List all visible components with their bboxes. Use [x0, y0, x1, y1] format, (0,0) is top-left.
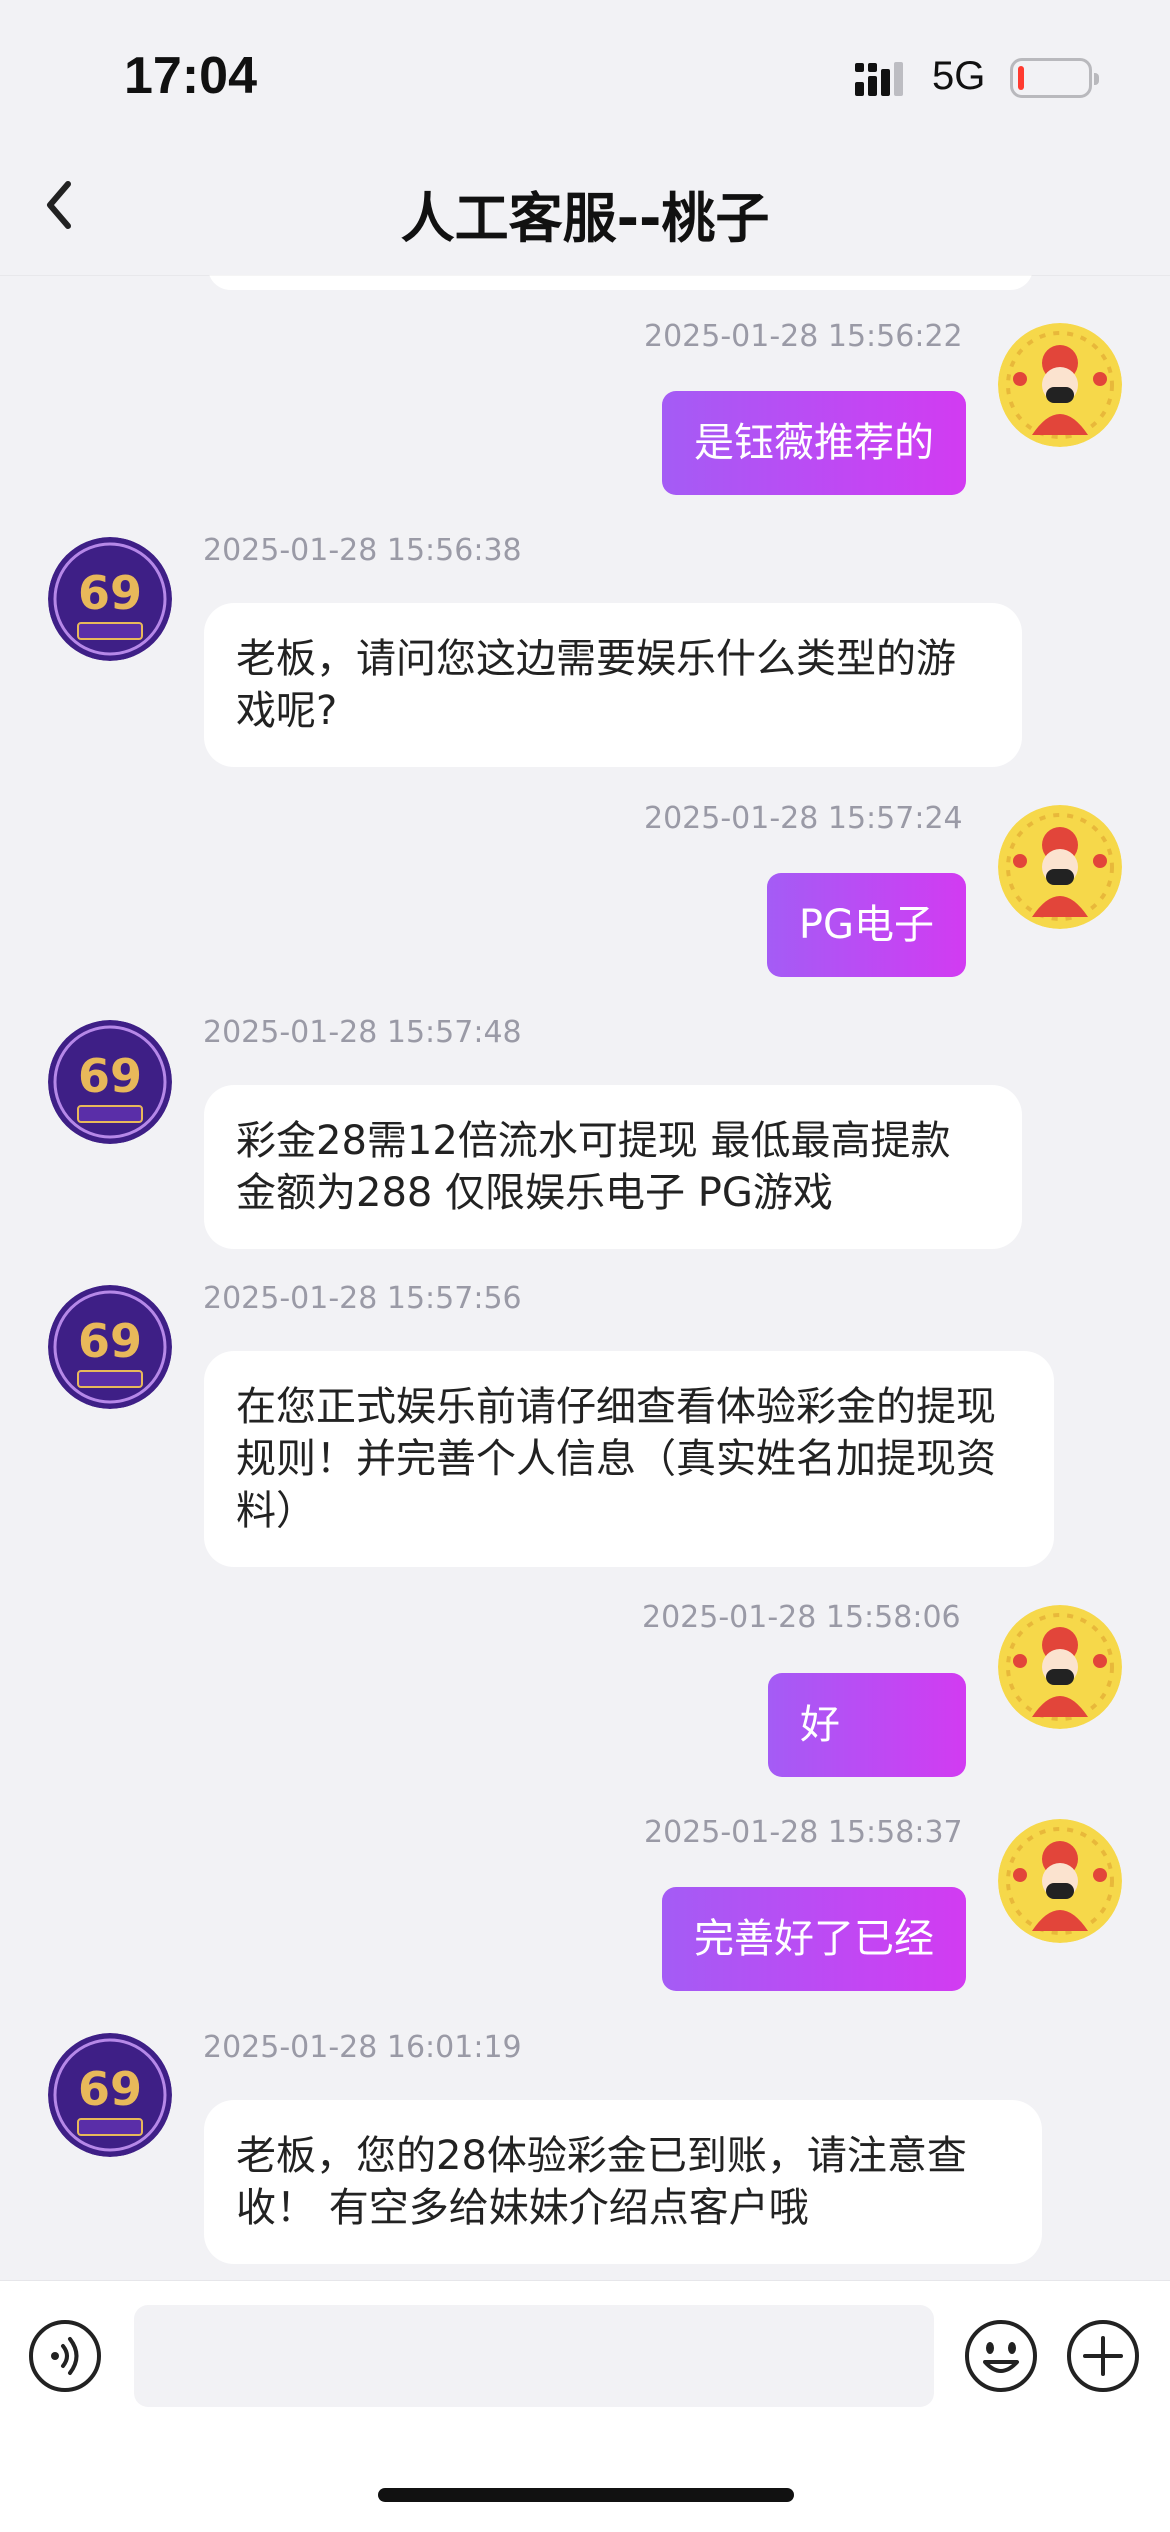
incoming-message-bubble[interactable]: 在您正式娱乐前请仔细查看体验彩金的提现规则！并完善个人信息（真实姓名加提现资料）: [204, 1351, 1054, 1567]
chat-list[interactable]: 2025-01-28 15:56:22 是钰薇推荐的 69 2025-01-28…: [0, 275, 1170, 2280]
incoming-message-bubble[interactable]: 老板，您的28体验彩金已到账，请注意查收！ 有空多给妹妹介绍点客户哦: [204, 2100, 1042, 2264]
message-timestamp: 2025-01-28 15:56:22: [644, 319, 963, 354]
message-timestamp: 2025-01-28 15:58:06: [642, 1600, 961, 1635]
outgoing-message-bubble[interactable]: 好: [768, 1673, 966, 1777]
svg-text:69: 69: [78, 2062, 142, 2116]
message-timestamp: 2025-01-28 15:56:38: [203, 533, 522, 568]
nav-bar: 人工客服--桃子: [0, 150, 1170, 275]
outgoing-message-bubble[interactable]: 完善好了已经: [662, 1887, 966, 1991]
agent-logo-icon[interactable]: 69: [48, 2033, 172, 2157]
add-icon[interactable]: [1065, 2318, 1141, 2394]
user-avatar-icon[interactable]: [998, 1819, 1122, 1943]
emoji-icon[interactable]: [963, 2318, 1039, 2394]
svg-text:69: 69: [78, 1314, 142, 1368]
user-avatar-icon[interactable]: [998, 323, 1122, 447]
incoming-message-bubble[interactable]: 老板，请问您这边需要娱乐什么类型的游戏呢?: [204, 603, 1022, 767]
voice-icon[interactable]: [28, 2319, 102, 2393]
status-time: 17:04: [124, 47, 257, 105]
svg-text:69: 69: [78, 566, 142, 620]
signal-icon: [855, 62, 903, 96]
agent-logo-icon[interactable]: 69: [48, 537, 172, 661]
battery-level: [1018, 66, 1024, 90]
message-timestamp: 2025-01-28 15:57:48: [203, 1015, 522, 1050]
status-bar: 17:04 5G: [0, 0, 1170, 150]
message-timestamp: 2025-01-28 16:01:19: [203, 2030, 522, 2065]
page-title: 人工客服--桃子: [400, 187, 770, 250]
outgoing-message-bubble[interactable]: PG电子: [766, 873, 966, 977]
network-type: 5G: [932, 54, 986, 98]
incoming-message-bubble[interactable]: 彩金28需12倍流水可提现 最低最高提款金额为288 仅限娱乐电子 PG游戏: [204, 1085, 1022, 1249]
home-indicator[interactable]: [378, 2488, 794, 2502]
user-avatar-icon[interactable]: [998, 805, 1122, 929]
battery-icon: [1010, 58, 1099, 98]
svg-text:69: 69: [78, 1049, 142, 1103]
user-avatar-icon[interactable]: [998, 1605, 1122, 1729]
message-timestamp: 2025-01-28 15:57:56: [203, 1281, 522, 1316]
message-timestamp: 2025-01-28 15:58:37: [644, 1815, 963, 1850]
outgoing-message-bubble[interactable]: 是钰薇推荐的: [662, 391, 966, 495]
message-input[interactable]: [134, 2305, 934, 2407]
message-timestamp: 2025-01-28 15:57:24: [644, 801, 963, 836]
agent-logo-icon[interactable]: 69: [48, 1285, 172, 1409]
agent-logo-icon[interactable]: 69: [48, 1020, 172, 1144]
previous-message-bubble: [208, 275, 1033, 290]
